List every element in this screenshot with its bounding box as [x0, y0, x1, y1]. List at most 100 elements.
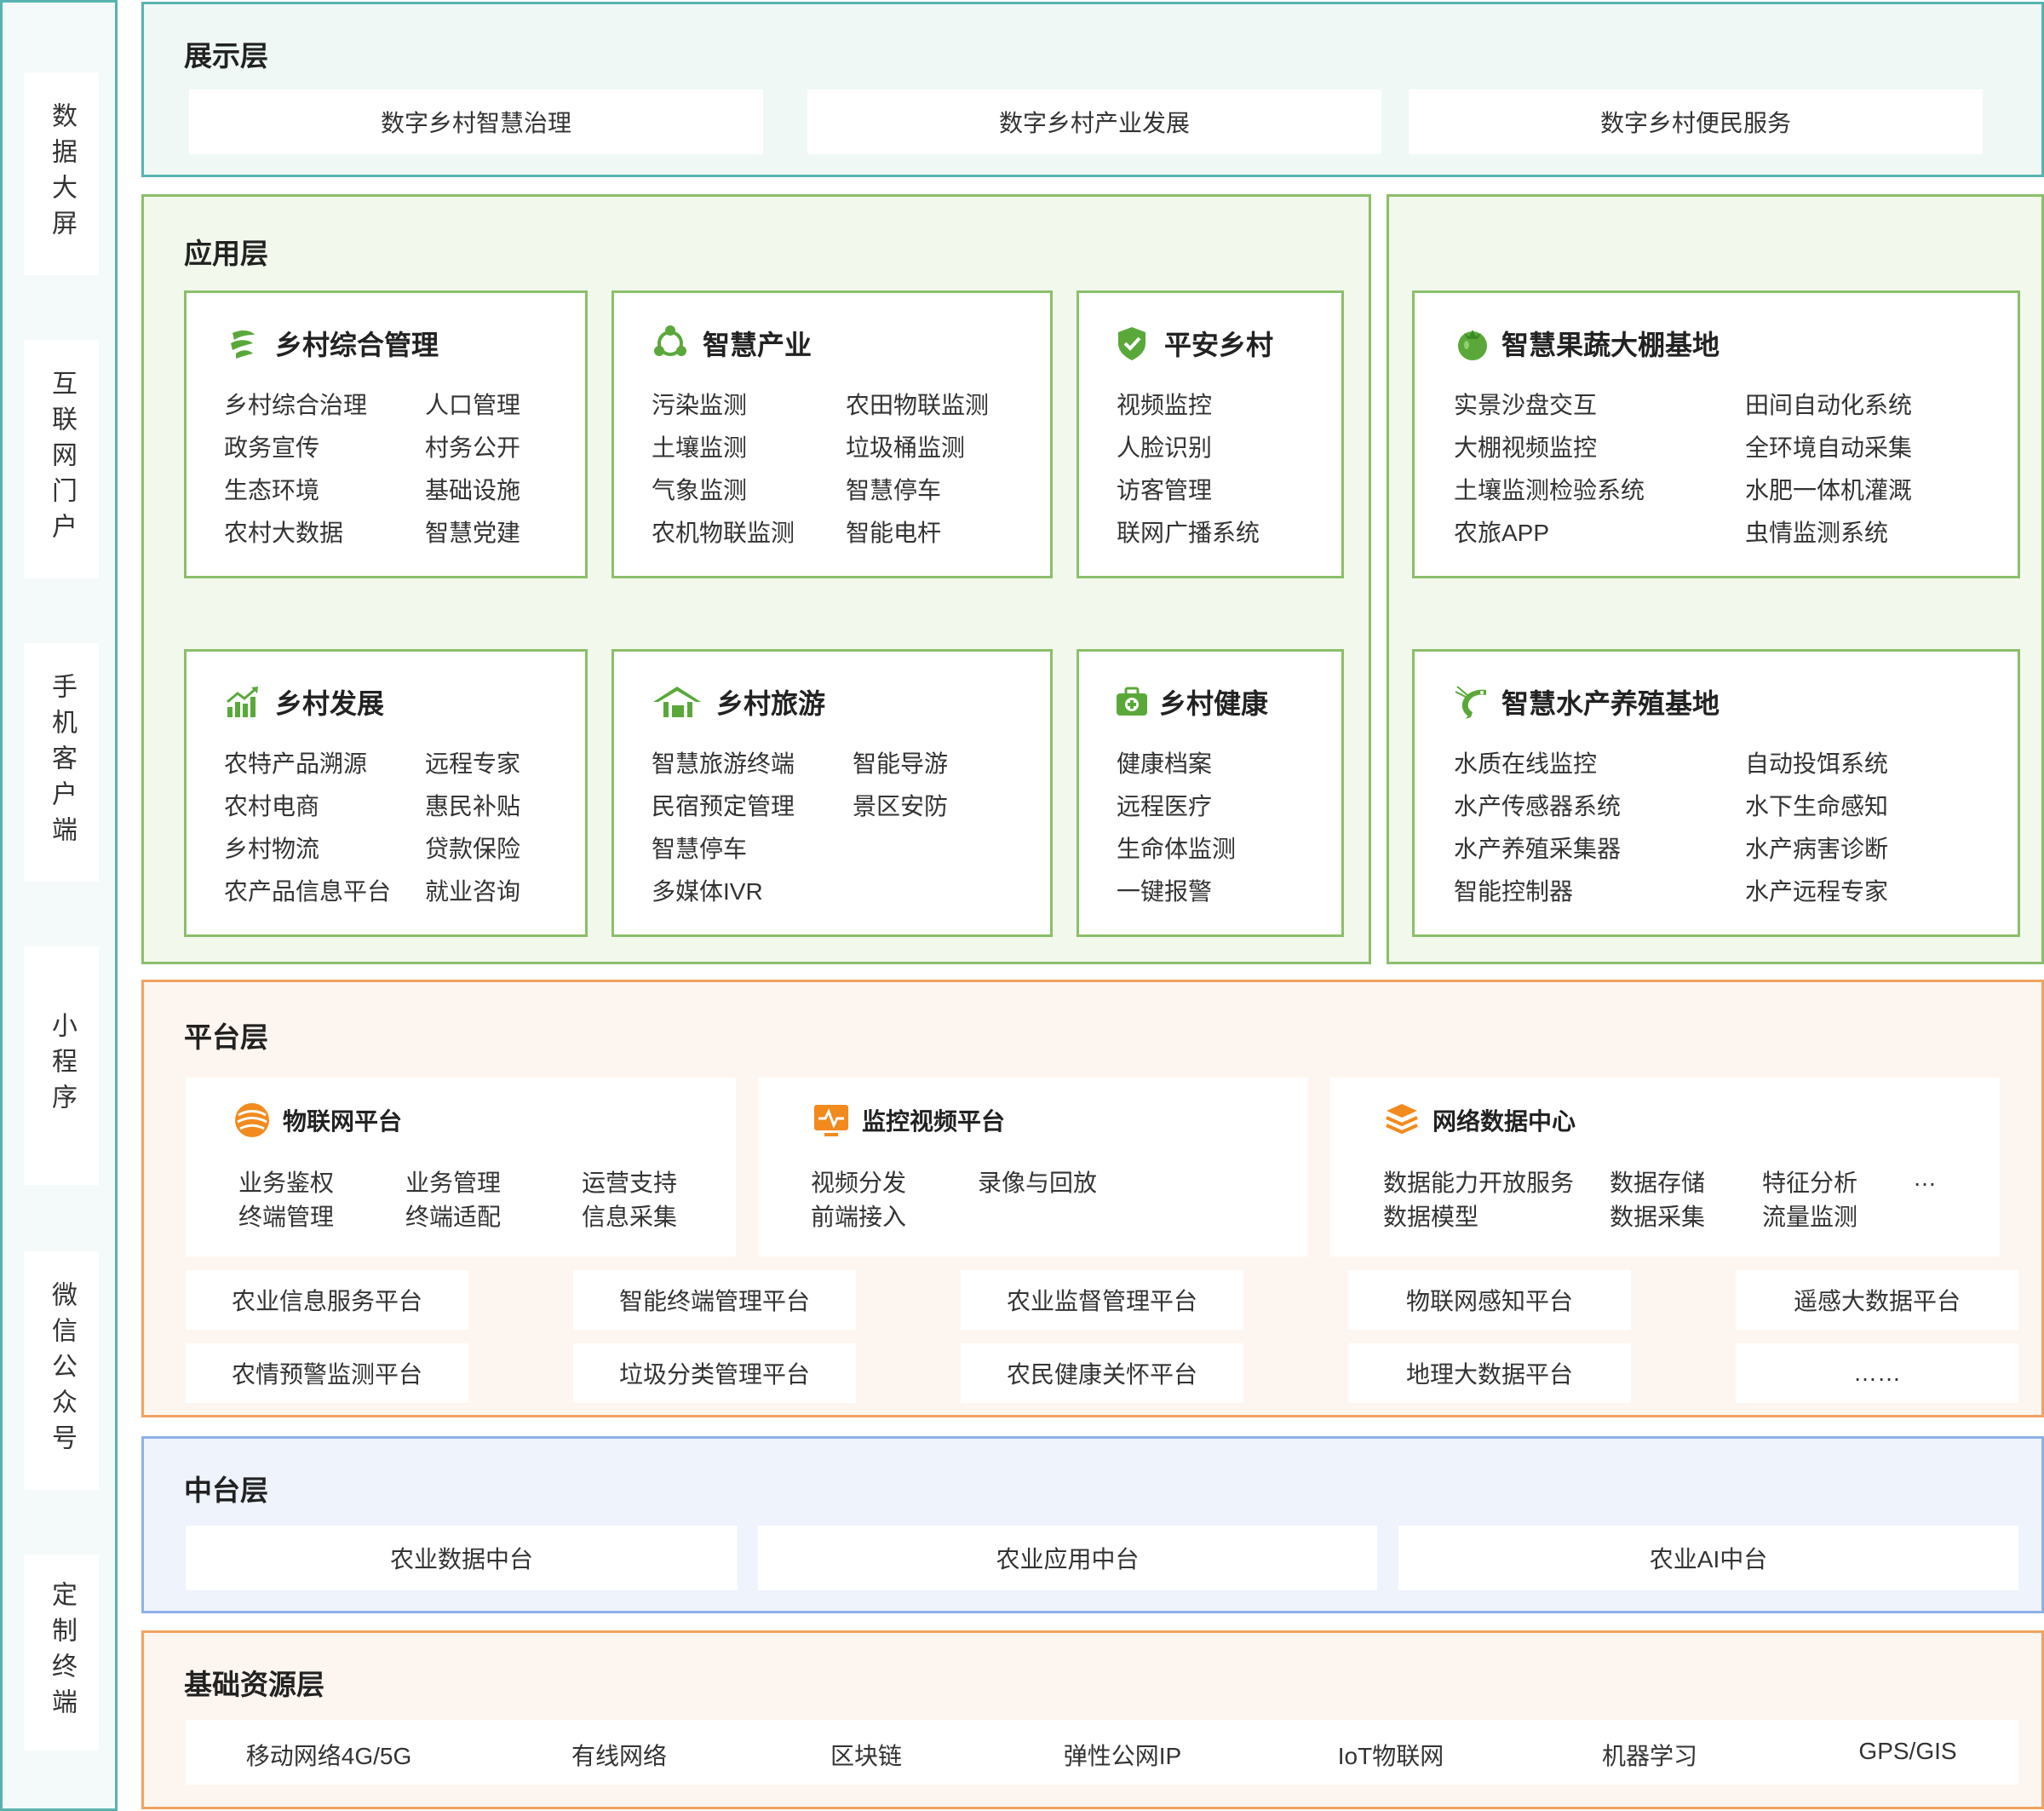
app-card-village-development[interactable]: 乡村发展 农特产品溯源 农村电商 乡村物流 农产品信息平台 远程专家 惠民补贴 …	[184, 649, 588, 937]
app-card-village-management[interactable]: 乡村综合管理 乡村综合治理 政务宣传 生态环境 农村大数据 人口管理 村务公开 …	[184, 290, 588, 578]
panel-item[interactable]: 数据模型	[1383, 1199, 1478, 1233]
platform-panel-data-center[interactable]: 网络数据中心 数据能力开放服务 数据存储 特征分析 … 数据模型 数据采集 流量…	[1330, 1078, 2000, 1256]
app-card-aquaculture-base[interactable]: 智慧水产养殖基地 水质在线监控 水产传感器系统 水产养殖采集器 智能控制器 自动…	[1412, 649, 2020, 937]
panel-item[interactable]: 终端管理	[238, 1199, 334, 1233]
panel-item[interactable]: 特征分析	[1762, 1164, 1857, 1199]
card-item[interactable]: 联网广播系统	[1117, 515, 1260, 549]
card-item[interactable]: 水产病害诊断	[1745, 831, 1888, 865]
card-item[interactable]: 水下生命感知	[1745, 788, 1888, 822]
panel-item[interactable]: 录像与回放	[978, 1164, 1097, 1199]
card-item[interactable]: 智慧停车	[846, 472, 941, 506]
card-item[interactable]: 访客管理	[1117, 472, 1212, 506]
base-resource-item[interactable]: 弹性公网IP	[1064, 1738, 1181, 1772]
platform-panel-video-monitoring[interactable]: 监控视频平台 视频分发 录像与回放 前端接入	[758, 1078, 1308, 1256]
card-item[interactable]: 智慧党建	[425, 515, 520, 549]
card-item[interactable]: 生态环境	[224, 472, 319, 506]
card-item[interactable]: 土壤监测	[652, 429, 747, 463]
base-resource-item[interactable]: IoT物联网	[1338, 1738, 1444, 1772]
card-item[interactable]: 民宿预定管理	[652, 788, 795, 822]
card-item[interactable]: 自动投饵系统	[1745, 745, 1888, 779]
card-item[interactable]: 水肥一体机灌溉	[1745, 472, 1912, 506]
card-item[interactable]: 农产品信息平台	[224, 873, 391, 907]
panel-item[interactable]: 业务管理	[405, 1164, 501, 1199]
panel-item[interactable]: 数据采集	[1610, 1199, 1705, 1233]
card-item[interactable]: 垃圾桶监测	[846, 429, 965, 463]
platform-grid-item[interactable]: 农情预警监测平台	[186, 1343, 468, 1403]
card-item[interactable]: 人脸识别	[1117, 429, 1212, 463]
card-item[interactable]: 土壤监测检验系统	[1454, 472, 1645, 506]
card-item[interactable]: 气象监测	[652, 472, 747, 506]
card-item[interactable]: 农机物联监测	[652, 515, 795, 549]
panel-item[interactable]: 数据存储	[1610, 1164, 1705, 1199]
sidebar-item-custom-terminal[interactable]: 定制终端	[24, 1555, 99, 1751]
panel-item[interactable]: …	[1913, 1164, 1937, 1192]
base-resource-item[interactable]: 有线网络	[571, 1738, 667, 1772]
card-item[interactable]: 人口管理	[425, 387, 520, 421]
card-item[interactable]: 农村大数据	[224, 515, 343, 549]
sidebar-item-web-portal[interactable]: 互联网门户	[24, 340, 99, 578]
sidebar-item-mini-program[interactable]: 小程序	[24, 946, 99, 1185]
card-item[interactable]: 远程专家	[425, 745, 520, 779]
card-item[interactable]: 实景沙盘交互	[1454, 387, 1597, 421]
card-item[interactable]: 村务公开	[425, 429, 520, 463]
card-item[interactable]: 全环境自动采集	[1745, 429, 1912, 463]
panel-item[interactable]: 信息采集	[582, 1199, 677, 1233]
card-item[interactable]: 农旅APP	[1454, 515, 1549, 549]
panel-item[interactable]: 终端适配	[405, 1199, 501, 1233]
middle-item[interactable]: 农业数据中台	[186, 1526, 738, 1590]
platform-grid-item[interactable]: 垃圾分类管理平台	[573, 1343, 856, 1403]
middle-item[interactable]: 农业AI中台	[1398, 1526, 2018, 1590]
card-item[interactable]: 就业咨询	[425, 873, 520, 907]
card-item[interactable]: 智慧旅游终端	[652, 745, 795, 779]
app-card-village-tourism[interactable]: 乡村旅游 智慧旅游终端 民宿预定管理 智慧停车 多媒体IVR 智能导游 景区安防	[611, 649, 1053, 937]
card-item[interactable]: 生命体监测	[1117, 831, 1236, 865]
panel-item[interactable]: 视频分发	[811, 1164, 906, 1199]
app-card-smart-industry[interactable]: 智慧产业 污染监测 土壤监测 气象监测 农机物联监测 农田物联监测 垃圾桶监测 …	[611, 290, 1053, 578]
base-resource-item[interactable]: 机器学习	[1602, 1738, 1697, 1772]
card-item[interactable]: 农田物联监测	[846, 387, 989, 421]
card-item[interactable]: 水产养殖采集器	[1454, 831, 1621, 865]
card-item[interactable]: 贷款保险	[425, 831, 520, 865]
platform-grid-item[interactable]: ……	[1736, 1343, 2018, 1403]
card-item[interactable]: 水产远程专家	[1745, 873, 1888, 907]
card-item[interactable]: 水质在线监控	[1454, 745, 1597, 779]
card-item[interactable]: 政务宣传	[224, 429, 319, 463]
sidebar-item-wechat-account[interactable]: 微信公众号	[24, 1251, 99, 1490]
card-item[interactable]: 多媒体IVR	[652, 873, 763, 907]
sidebar-item-data-screen[interactable]: 数据大屏	[24, 72, 99, 275]
app-card-greenhouse-base[interactable]: 智慧果蔬大棚基地 实景沙盘交互 大棚视频监控 土壤监测检验系统 农旅APP 田间…	[1412, 290, 2020, 578]
base-resource-item[interactable]: 区块链	[830, 1738, 902, 1772]
display-item[interactable]: 数字乡村产业发展	[807, 89, 1381, 154]
panel-item[interactable]: 前端接入	[811, 1199, 906, 1233]
card-item[interactable]: 乡村综合治理	[224, 387, 367, 421]
panel-item[interactable]: 运营支持	[582, 1164, 677, 1199]
app-card-village-health[interactable]: 乡村健康 健康档案 远程医疗 生命体监测 一键报警	[1077, 649, 1344, 937]
card-item[interactable]: 基础设施	[425, 472, 520, 506]
card-item[interactable]: 水产传感器系统	[1454, 788, 1621, 822]
card-item[interactable]: 农村电商	[224, 788, 319, 822]
card-item[interactable]: 惠民补贴	[425, 788, 520, 822]
card-item[interactable]: 智慧停车	[652, 831, 747, 865]
card-item[interactable]: 污染监测	[652, 387, 747, 421]
card-item[interactable]: 农特产品溯源	[224, 745, 367, 779]
card-item[interactable]: 景区安防	[853, 788, 948, 822]
card-item[interactable]: 乡村物流	[224, 831, 319, 865]
platform-grid-item[interactable]: 农业监督管理平台	[961, 1270, 1243, 1330]
middle-item[interactable]: 农业应用中台	[758, 1526, 1377, 1590]
card-item[interactable]: 视频监控	[1117, 387, 1212, 421]
platform-grid-item[interactable]: 农民健康关怀平台	[961, 1343, 1243, 1403]
card-item[interactable]: 一键报警	[1117, 873, 1212, 907]
platform-grid-item[interactable]: 地理大数据平台	[1348, 1343, 1631, 1403]
platform-panel-iot[interactable]: 物联网平台 业务鉴权 业务管理 运营支持 终端管理 终端适配 信息采集	[186, 1078, 736, 1256]
display-item[interactable]: 数字乡村智慧治理	[189, 89, 763, 154]
panel-item[interactable]: 业务鉴权	[238, 1164, 334, 1199]
card-item[interactable]: 智能控制器	[1454, 873, 1573, 907]
platform-grid-item[interactable]: 遥感大数据平台	[1736, 1270, 2018, 1330]
base-resource-item[interactable]: 移动网络4G/5G	[246, 1738, 411, 1772]
card-item[interactable]: 智能电杆	[846, 515, 941, 549]
card-item[interactable]: 田间自动化系统	[1745, 387, 1912, 421]
card-item[interactable]: 智能导游	[853, 745, 948, 779]
base-resource-item[interactable]: GPS/GIS	[1858, 1738, 1956, 1765]
card-item[interactable]: 虫情监测系统	[1745, 515, 1888, 549]
platform-grid-item[interactable]: 智能终端管理平台	[573, 1270, 856, 1330]
